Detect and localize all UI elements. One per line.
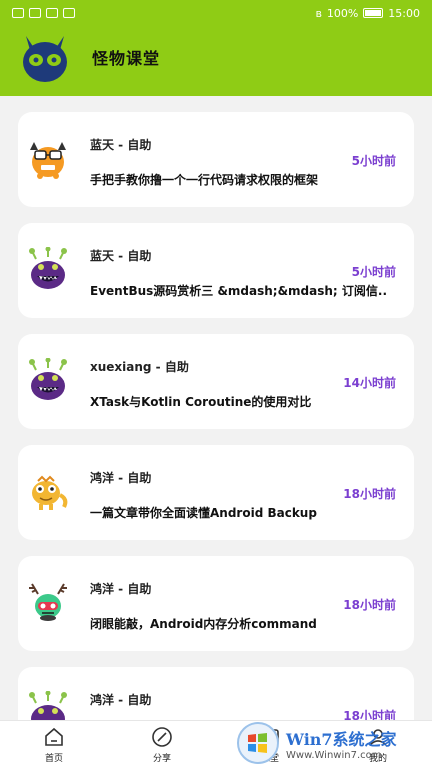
article-author: 鸿洋 - 自助 — [90, 582, 152, 596]
tab-share-label: 分享 — [152, 753, 171, 764]
tab-share[interactable]: 分享 — [108, 721, 216, 768]
article-time: 14小时前 — [343, 376, 396, 390]
battery-percent: 100% — [326, 6, 359, 20]
article-card[interactable]: 鸿洋 - 自助 18小时前 闭眼能敲，Android内存分析command — [18, 556, 414, 651]
nfc-icon — [63, 8, 75, 18]
article-title[interactable]: XTask与Kotlin Coroutine的使用对比 — [90, 393, 390, 410]
purple-monster-icon — [26, 357, 70, 402]
status-bar: ʙ 100% 15:00 — [0, 0, 432, 26]
orange-glasses-monster-icon — [26, 136, 70, 180]
article-author: 蓝天 - 自助 — [90, 249, 152, 263]
article-author: 蓝天 - 自助 — [90, 138, 152, 152]
bluetooth-icon: ʙ — [315, 6, 322, 20]
tab-home[interactable]: 首页 — [0, 721, 108, 768]
article-time: 18小时前 — [343, 487, 396, 501]
windows-logo-icon — [237, 722, 279, 764]
watermark-url: Www.Winwin7.com — [286, 749, 382, 761]
article-author: xuexiang - 自助 — [90, 360, 189, 374]
app-bar: 怪物课堂 — [18, 30, 160, 84]
compass-icon — [152, 726, 172, 747]
watermark-brand: Win7系统之家 — [286, 729, 397, 749]
header: ʙ 100% 15:00 怪物课堂 — [0, 0, 432, 96]
article-author: 鸿洋 - 自助 — [90, 471, 152, 485]
app-title: 怪物课堂 — [92, 49, 161, 68]
battery-icon — [363, 8, 384, 18]
antler-monster-icon — [26, 580, 70, 624]
article-card[interactable]: 蓝天 - 自助 5小时前 EventBus源码赏析三 &mdash;&mdash… — [18, 223, 414, 318]
article-title[interactable]: 闭眼能敲，Android内存分析command — [90, 615, 390, 632]
article-card[interactable]: 蓝天 - 自助 5小时前 手把手教你撸一个一行代码请求权限的框架 — [18, 112, 414, 207]
eye-icon — [46, 8, 58, 18]
notification-icon — [12, 8, 24, 18]
tab-home-label: 首页 — [44, 753, 63, 764]
article-time: 18小时前 — [343, 598, 396, 612]
home-icon — [45, 727, 63, 746]
wifi-icon — [29, 8, 41, 18]
clock: 15:00 — [388, 6, 420, 20]
article-time: 5小时前 — [351, 154, 396, 168]
status-left — [12, 8, 75, 18]
article-time: 5小时前 — [351, 265, 396, 279]
watermark: Win7系统之家 Www.Winwin7.com — [236, 718, 432, 768]
status-right: ʙ 100% 15:00 — [315, 7, 420, 20]
article-author: 鸿洋 - 自助 — [90, 693, 152, 707]
article-title[interactable]: 一篇文章带你全面读懂Android Backup — [90, 504, 390, 521]
purple-monster-icon — [26, 246, 70, 291]
article-card[interactable]: 鸿洋 - 自助 18小时前 一篇文章带你全面读懂Android Backup — [18, 445, 414, 540]
yellow-lizard-monster-icon — [26, 469, 70, 513]
article-card[interactable]: xuexiang - 自助 14小时前 XTask与Kotlin Corouti… — [18, 334, 414, 429]
article-title[interactable]: EventBus源码赏析三 &mdash;&mdash; 订阅信.. — [90, 282, 390, 299]
article-title[interactable]: 手把手教你撸一个一行代码请求权限的框架 — [90, 171, 390, 188]
app-logo-icon — [18, 30, 72, 84]
